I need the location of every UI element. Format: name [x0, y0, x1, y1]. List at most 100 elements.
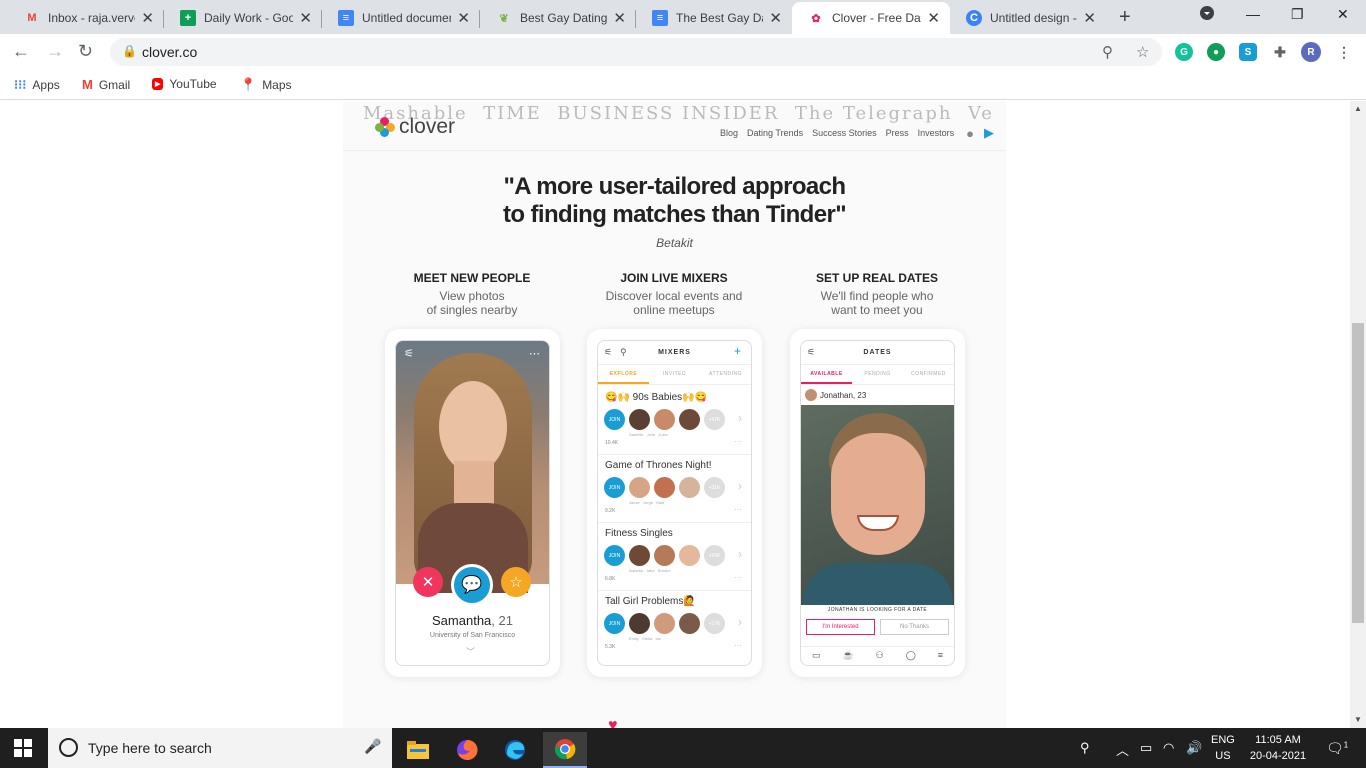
nav-blog[interactable]: Blog: [720, 128, 738, 138]
quote-source: Betakit: [656, 236, 693, 250]
google-play-icon[interactable]: ▶: [984, 125, 994, 141]
close-icon[interactable]: ✕: [927, 9, 940, 27]
edge-icon[interactable]: [493, 732, 537, 768]
scroll-down-icon[interactable]: ▼: [1354, 715, 1362, 724]
url-text[interactable]: clover.co: [142, 44, 197, 60]
maps-icon: 📍: [240, 77, 257, 92]
close-icon[interactable]: ✕: [769, 9, 782, 27]
taskbar-clock[interactable]: 11:05 AM 20-04-2021: [1248, 732, 1308, 764]
profile-avatar[interactable]: R: [1301, 42, 1321, 62]
microphone-icon[interactable]: 🎤: [364, 738, 381, 755]
clover-logo[interactable]: clover: [375, 115, 455, 139]
scroll-up-icon[interactable]: ▲: [1354, 104, 1362, 113]
skype-icon[interactable]: S: [1239, 43, 1257, 61]
tab-the-best-gay-dating[interactable]: ≡ The Best Gay Dati ✕: [636, 2, 792, 34]
menu-icon[interactable]: ⋮: [1335, 43, 1353, 61]
chat-extension-icon[interactable]: ●: [1207, 43, 1225, 61]
close-icon[interactable]: ✕: [141, 9, 154, 27]
restore-button[interactable]: ❐: [1291, 6, 1304, 23]
no-thanks-button: No Thanks: [880, 619, 949, 635]
tab-untitled-document[interactable]: ≡ Untitled documen ✕: [322, 2, 480, 34]
extensions-icon[interactable]: ✚: [1271, 43, 1289, 61]
windows-taskbar: Type here to search 🎤 ⚲ ︿ ▭ ◠ 🔊 ENG US 11…: [0, 728, 1366, 768]
grammarly-icon[interactable]: G: [1175, 43, 1193, 61]
notification-icon[interactable]: 🗨1: [1326, 740, 1348, 757]
docs-icon: ≡: [338, 10, 354, 26]
feature-meet-new-people: MEET NEW PEOPLE View photos of singles ne…: [413, 271, 531, 317]
bookmark-youtube[interactable]: ▶ YouTube: [152, 77, 217, 91]
reject-button: ✕: [413, 567, 443, 597]
volume-icon[interactable]: 🔊: [1186, 740, 1202, 756]
page-viewport: Mashable TIME BUSINESS INSIDER The Teleg…: [0, 101, 1350, 728]
close-icon[interactable]: ✕: [1083, 9, 1096, 27]
bookmark-gmail[interactable]: M Gmail: [82, 77, 130, 92]
close-window-button[interactable]: ✕: [1337, 6, 1349, 23]
sheets-icon: +: [180, 10, 196, 26]
windows-start-button[interactable]: [14, 739, 33, 758]
heart-icon: ♥: [608, 717, 618, 728]
battery-icon[interactable]: ▭: [1140, 740, 1152, 756]
list-item: Fitness Singles JOIN +29K Isabella Jake B…: [598, 523, 751, 591]
bookmark-maps[interactable]: 📍 Maps: [240, 77, 292, 93]
list-item: 😋🙌 90s Babies🙌😋 JOIN +47K Danielle Julia …: [598, 387, 751, 455]
video-icon: ▭: [811, 650, 821, 660]
chrome-icon[interactable]: [543, 732, 587, 768]
bookmark-apps[interactable]: ⁝⁝⁝ Apps: [14, 77, 60, 93]
lock-icon[interactable]: 🔒: [122, 44, 137, 58]
address-bar[interactable]: 🔒 clover.co ⚲ ☆: [110, 38, 1162, 66]
tab-gmail[interactable]: M Inbox - raja.vervel ✕: [8, 2, 164, 34]
chat-button: 💬: [451, 564, 493, 606]
page-scrollbar[interactable]: ▲ ▼: [1350, 101, 1366, 728]
tab-search-icon[interactable]: [1200, 6, 1214, 23]
new-tab-button[interactable]: +: [1119, 6, 1131, 29]
tab-daily-work[interactable]: + Daily Work - Goo ✕: [164, 2, 322, 34]
zoom-icon[interactable]: ⚲: [1102, 43, 1113, 61]
bookmark-star-icon[interactable]: ☆: [1136, 43, 1149, 61]
close-icon[interactable]: ✕: [613, 9, 626, 27]
language-indicator[interactable]: ENG US: [1211, 732, 1235, 764]
nav-investors[interactable]: Investors: [918, 128, 955, 138]
minimize-button[interactable]: —: [1246, 6, 1260, 22]
close-icon[interactable]: ✕: [457, 9, 470, 27]
nav-success-stories[interactable]: Success Stories: [812, 128, 877, 138]
forward-button[interactable]: →: [46, 41, 64, 62]
leaf-icon: ❦: [499, 12, 509, 25]
clover-logo-icon: [375, 117, 395, 137]
show-hidden-icons[interactable]: ︿: [1116, 740, 1129, 759]
tab-best-gay-dating[interactable]: ❦ Best Gay Dating A ✕: [480, 2, 636, 34]
phone-mixers-mockup: ⚟ ⚲ MIXERS + EXPLORE INVITED ATTENDING 😋…: [587, 329, 762, 677]
reload-button[interactable]: ↻: [78, 41, 93, 62]
taskbar-search[interactable]: Type here to search 🎤: [48, 728, 392, 768]
filter-icon: ⚟: [404, 348, 414, 360]
profile-photo: ⚟ ⋯: [396, 341, 549, 593]
people-tray-icon[interactable]: ⚲: [1080, 740, 1090, 756]
nav-press[interactable]: Press: [886, 128, 909, 138]
press-quote: "A more user-tailored approach to findin…: [502, 173, 847, 228]
site-nav: Blog Dating Trends Success Stories Press…: [711, 125, 994, 141]
scrollbar-thumb[interactable]: [1352, 323, 1364, 623]
canva-icon: C: [966, 10, 982, 26]
clover-icon: ✿: [811, 12, 821, 25]
interested-button: I'm Interested: [806, 619, 875, 635]
more-icon: ⋯: [529, 348, 540, 360]
nav-dating-trends[interactable]: Dating Trends: [747, 128, 803, 138]
avatar: [805, 389, 817, 401]
apps-grid-icon: ⁝⁝⁝: [14, 77, 27, 92]
list-item: Game of Thrones Night! JOIN +31K Jamie Jo…: [598, 455, 751, 523]
tab-strip: M Inbox - raja.vervel ✕ + Daily Work - G…: [0, 0, 1366, 34]
file-explorer-icon[interactable]: [396, 732, 440, 768]
gmail-icon: M: [27, 12, 37, 24]
gmail-icon: M: [82, 77, 93, 92]
phone-profile-mockup: ⚟ ⋯ ✕ 💬 ☆ Samantha, 21 University of San…: [385, 329, 560, 677]
back-button[interactable]: ←: [12, 41, 30, 62]
apple-icon[interactable]: ●: [966, 126, 974, 141]
youtube-icon: ▶: [152, 78, 164, 90]
tab-clover[interactable]: ✿ Clover - Free Dati ✕: [792, 2, 950, 34]
cortana-icon: [59, 738, 78, 757]
phone-dates-mockup: ⚟ DATES AVAILABLE PENDING CONFIRMED Jona…: [790, 329, 965, 677]
close-icon[interactable]: ✕: [299, 9, 312, 27]
firefox-icon[interactable]: [445, 732, 489, 768]
tab-untitled-design[interactable]: C Untitled design - ✕: [950, 2, 1106, 34]
menu-icon: ≡: [937, 650, 944, 660]
wifi-icon[interactable]: ◠: [1163, 740, 1174, 756]
